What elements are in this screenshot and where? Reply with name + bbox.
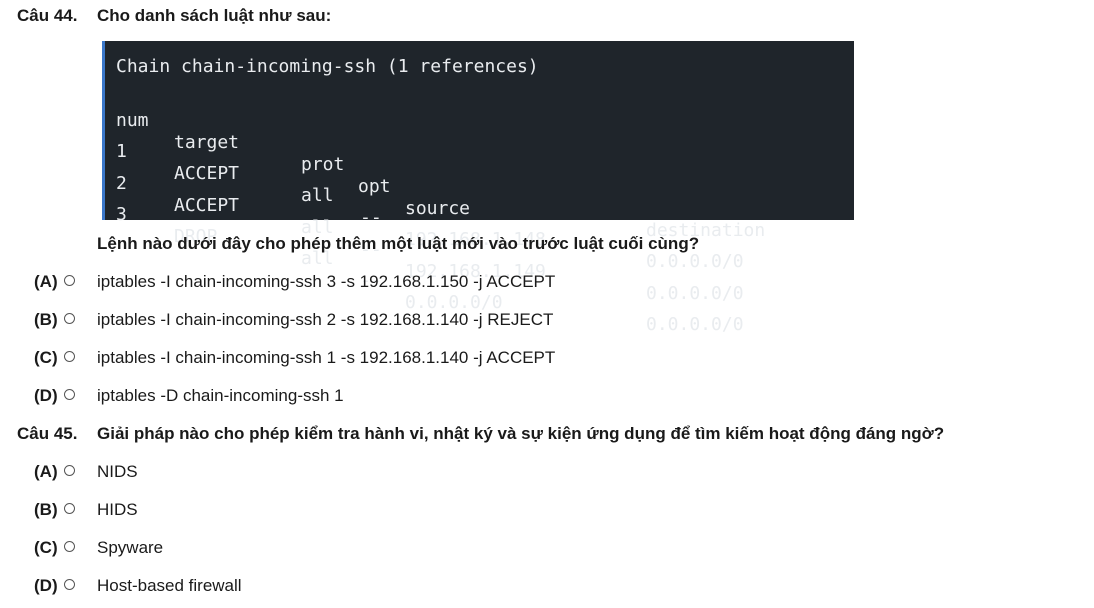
option-text: iptables -D chain-incoming-ssh 1 [97,386,344,405]
option-letter: (C) [34,348,58,367]
option-letter: (D) [34,386,58,405]
radio-button[interactable] [64,465,75,476]
option-text: NIDS [97,462,138,481]
row-destination: 0.0.0.0/0 [646,314,744,335]
option-text: iptables -I chain-incoming-ssh 1 -s 192.… [97,348,556,367]
option-letter: (B) [34,500,58,519]
question-text: Giải pháp nào cho phép kiểm tra hành vi,… [97,424,945,443]
radio-button[interactable] [64,389,75,400]
radio-button[interactable] [64,541,75,552]
option-letter: (B) [34,310,58,329]
radio-button[interactable] [64,503,75,514]
option-text: iptables -I chain-incoming-ssh 2 -s 192.… [97,310,554,329]
question-number: Câu 45. [17,424,78,443]
terminal-output: Chain chain-incoming-ssh (1 references) … [102,41,854,335]
radio-button[interactable] [64,313,75,324]
option-text: Host-based firewall [97,576,242,595]
question-number: Câu 44. [17,6,78,25]
option-letter: (D) [34,576,58,595]
radio-button[interactable] [64,351,75,362]
radio-button[interactable] [64,275,75,286]
radio-button[interactable] [64,579,75,590]
option-text: HIDS [97,500,138,519]
option-letter: (A) [34,272,58,291]
terminal-title: Chain chain-incoming-ssh (1 references) [116,56,539,77]
option-letter: (A) [34,462,58,481]
option-text: iptables -I chain-incoming-ssh 3 -s 192.… [97,272,556,291]
question-prompt: Lệnh nào dưới đây cho phép thêm một luật… [97,234,700,253]
option-text: Spyware [97,538,164,557]
question-text: Cho danh sách luật như sau: [97,6,332,25]
table-row: 3 DROP all -- 0.0.0.0/0 0.0.0.0/0 [105,182,854,358]
option-letter: (C) [34,538,58,557]
row-num: 3 [116,204,127,225]
